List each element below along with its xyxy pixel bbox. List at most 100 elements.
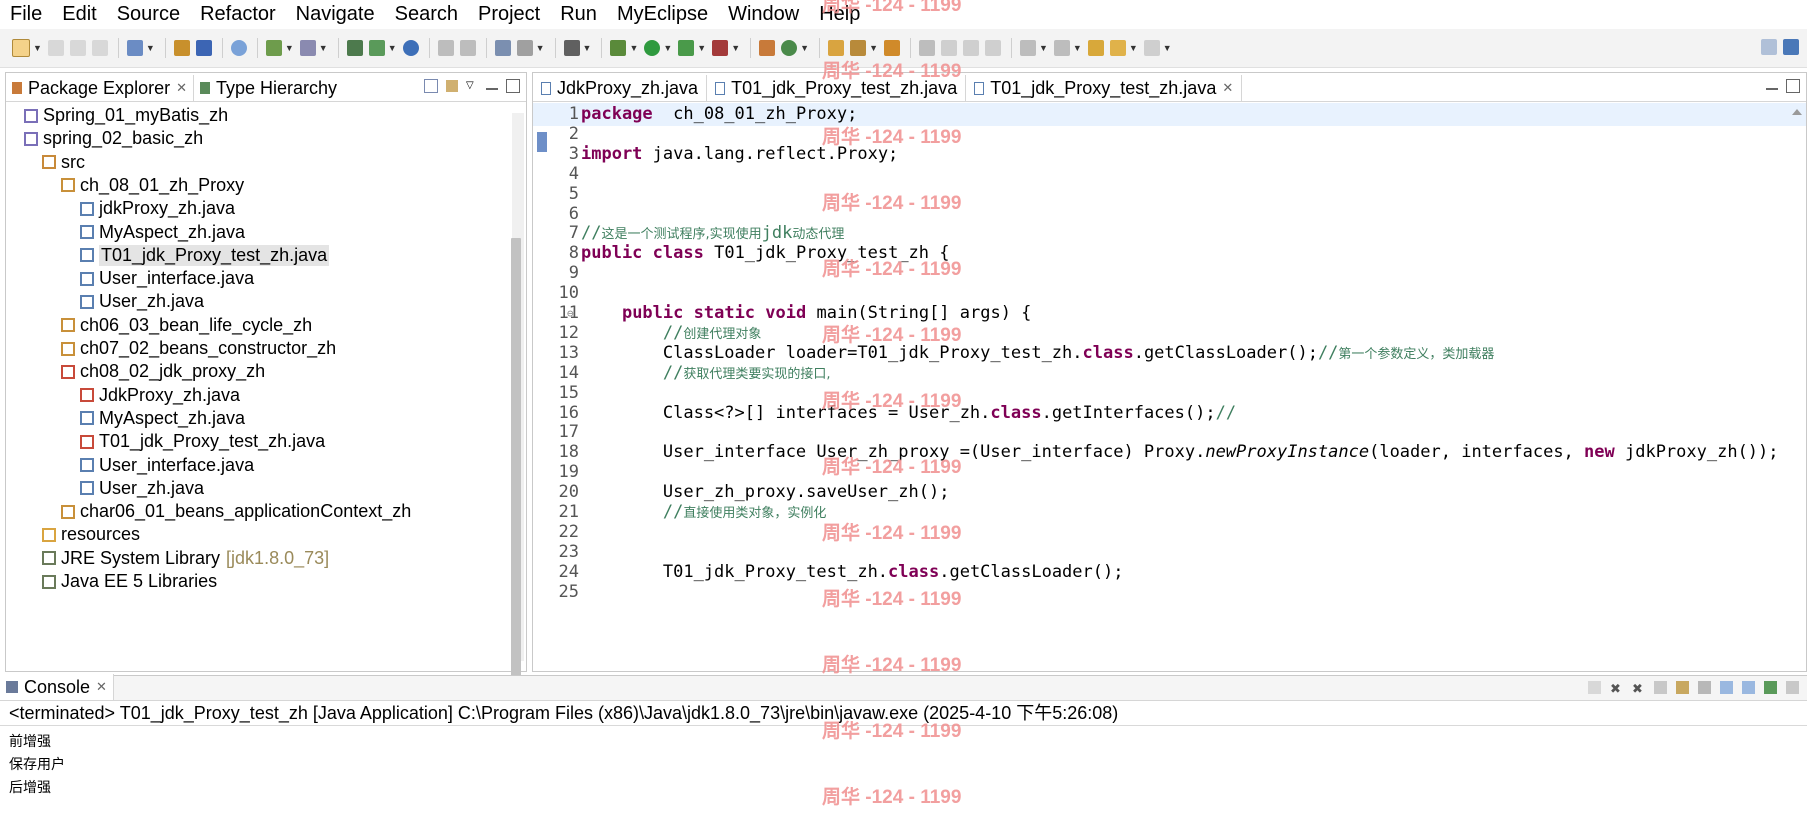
close-icon[interactable]: ✕: [176, 80, 187, 96]
editor-tab[interactable]: T01_jdk_Proxy_test_zh.java ✕: [966, 75, 1243, 101]
new-wizard-button[interactable]: ▼: [12, 39, 42, 57]
menu-edit[interactable]: Edit: [52, 0, 106, 29]
save-button[interactable]: [47, 40, 64, 56]
forward-button[interactable]: ▼: [1143, 40, 1172, 56]
menu-window[interactable]: Window: [718, 0, 809, 29]
maximize-icon[interactable]: [506, 79, 520, 93]
tab-package-explorer[interactable]: Package Explorer ✕: [6, 75, 194, 101]
tree-item[interactable]: User_zh.java: [80, 477, 204, 500]
menu-search[interactable]: Search: [385, 0, 468, 29]
remove-all-icon[interactable]: ✖: [1632, 681, 1645, 696]
tree-item[interactable]: Spring_01_myBatis_zh: [24, 104, 228, 127]
open-perspective-icon[interactable]: [1761, 39, 1777, 55]
myeclipse-new-button[interactable]: ▼: [126, 40, 155, 56]
collapse-all-icon[interactable]: [424, 79, 438, 93]
tree-item[interactable]: ch06_03_bean_life_cycle_zh: [61, 314, 312, 337]
menu-run[interactable]: Run: [550, 0, 607, 29]
debug-button[interactable]: ▼: [610, 40, 638, 56]
java-perspective-icon[interactable]: [1783, 39, 1799, 55]
next-edit-button[interactable]: ▼: [1019, 40, 1048, 56]
tree-item[interactable]: User_zh.java: [80, 290, 204, 313]
tree-item[interactable]: T01_jdk_Proxy_test_zh.java: [80, 244, 330, 267]
next-annotation-button[interactable]: [459, 40, 476, 56]
open-type-button[interactable]: ▼: [265, 40, 294, 56]
scroll-up-icon[interactable]: [1792, 109, 1802, 115]
coverage-button[interactable]: ▼: [678, 40, 706, 56]
task-button[interactable]: [883, 40, 900, 56]
search-button[interactable]: ▼: [299, 40, 328, 56]
terminate-icon[interactable]: [1588, 681, 1601, 694]
deploy-button[interactable]: [173, 40, 190, 56]
browser-button[interactable]: [402, 40, 419, 56]
show-whitespace-button[interactable]: [984, 40, 1001, 56]
menu-help[interactable]: Help: [809, 0, 870, 29]
servers-button[interactable]: [346, 40, 363, 56]
manage-deploy-button[interactable]: [195, 40, 212, 56]
menu-myeclipse[interactable]: MyEclipse: [607, 0, 718, 29]
menu-file[interactable]: File: [0, 0, 52, 29]
tab-console[interactable]: Console ✕: [0, 674, 114, 700]
scroll-lock-icon[interactable]: [1676, 681, 1689, 694]
open-console-icon[interactable]: [1786, 681, 1799, 694]
view-menu-icon[interactable]: ▽: [466, 80, 478, 92]
web-services-button[interactable]: ▼: [516, 40, 545, 56]
prev-edit-button[interactable]: ▼: [1053, 40, 1082, 56]
tree-scrollbar[interactable]: [511, 113, 524, 693]
code-area[interactable]: 1 package ch_08_01_zh_Proxy; 2 3 import java…: [533, 102, 1806, 671]
prev-annotation-button[interactable]: [437, 40, 454, 56]
run-server-button[interactable]: ▼: [368, 40, 397, 56]
block-selection-button[interactable]: [962, 40, 979, 56]
pin-button[interactable]: [918, 40, 935, 56]
show-on-error-icon[interactable]: [1742, 681, 1755, 694]
maximize-icon[interactable]: [1786, 79, 1800, 93]
remove-launch-icon[interactable]: ✖: [1610, 681, 1623, 696]
menu-source[interactable]: Source: [107, 0, 190, 29]
show-on-output-icon[interactable]: [1720, 681, 1733, 694]
screenshot-button[interactable]: ▼: [563, 40, 591, 56]
back-button[interactable]: ▼: [1109, 40, 1138, 56]
tree-item[interactable]: resources: [42, 523, 140, 546]
editor-tab[interactable]: T01_jdk_Proxy_test_zh.java: [707, 75, 967, 101]
tree-item[interactable]: MyAspect_zh.java: [80, 221, 245, 244]
tab-type-hierarchy[interactable]: Type Hierarchy: [194, 75, 343, 101]
tree-item[interactable]: jdkProxy_zh.java: [80, 197, 235, 220]
print-button[interactable]: [91, 40, 108, 56]
clear-console-icon[interactable]: [1654, 681, 1667, 694]
minimize-icon[interactable]: [486, 82, 498, 90]
link-editor-icon[interactable]: [446, 80, 458, 92]
menu-project[interactable]: Project: [468, 0, 550, 29]
web-browser-button[interactable]: [230, 40, 247, 56]
tree-item[interactable]: ch07_02_beans_constructor_zh: [61, 337, 336, 360]
editor-scrollbar[interactable]: [1790, 103, 1804, 663]
close-icon[interactable]: ✕: [1222, 80, 1233, 96]
tree-item[interactable]: src: [42, 151, 85, 174]
mark-button[interactable]: [940, 40, 957, 56]
open-resource-button[interactable]: ▼: [850, 40, 878, 56]
tree-item[interactable]: JdkProxy_zh.java: [80, 384, 240, 407]
external-tools-button[interactable]: ▼: [712, 40, 740, 56]
menu-refactor[interactable]: Refactor: [190, 0, 286, 29]
tree-item[interactable]: ch_08_01_zh_Proxy: [61, 174, 244, 197]
word-wrap-icon[interactable]: [1698, 681, 1711, 694]
tree-item[interactable]: char06_01_beans_applicationContext_zh: [61, 500, 411, 523]
tree-item[interactable]: User_interface.java: [80, 454, 254, 477]
tree-item[interactable]: JRE System Library [jdk1.8.0_73]: [42, 547, 329, 570]
run-button[interactable]: ▼: [644, 40, 672, 56]
tree-item[interactable]: T01_jdk_Proxy_test_zh.java: [80, 430, 325, 453]
new-java-class-button[interactable]: [759, 40, 776, 56]
close-icon[interactable]: ✕: [96, 679, 107, 695]
open-perspective-button[interactable]: [494, 40, 511, 56]
tree-item[interactable]: MyAspect_zh.java: [80, 407, 245, 430]
tree-item[interactable]: ch08_02_jdk_proxy_zh: [61, 360, 265, 383]
last-edit-button[interactable]: [1087, 40, 1104, 56]
minimize-icon[interactable]: [1766, 82, 1778, 90]
tree-item[interactable]: Java EE 5 Libraries: [42, 570, 217, 593]
save-all-button[interactable]: [69, 40, 86, 56]
open-project-button[interactable]: [828, 40, 845, 56]
tree-item[interactable]: spring_02_basic_zh: [24, 127, 203, 150]
tree-scrollbar-thumb[interactable]: [511, 238, 521, 693]
menu-navigate[interactable]: Navigate: [286, 0, 385, 29]
editor-tab[interactable]: JdkProxy_zh.java: [533, 75, 708, 101]
new-java-package-button[interactable]: ▼: [781, 40, 809, 56]
tree-item[interactable]: User_interface.java: [80, 267, 254, 290]
